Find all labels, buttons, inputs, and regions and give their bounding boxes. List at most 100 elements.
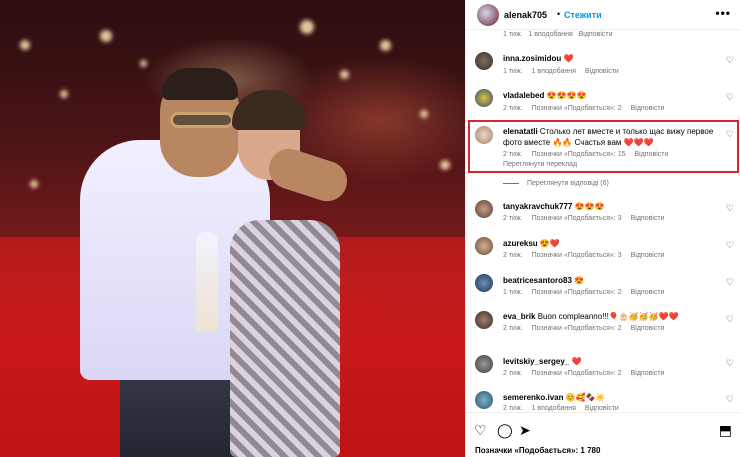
like-heart-icon[interactable]: ♡ bbox=[726, 92, 734, 103]
reply-button[interactable]: Відповісти bbox=[631, 105, 665, 112]
like-heart-icon[interactable]: ♡ bbox=[726, 55, 734, 66]
reply-button[interactable]: Відповісти bbox=[631, 289, 665, 296]
comment-age: 2 тиж. bbox=[503, 151, 523, 158]
comment-likes[interactable]: 1 вподобання bbox=[528, 31, 572, 38]
sunglasses bbox=[170, 112, 234, 128]
commenter-avatar[interactable] bbox=[475, 311, 493, 329]
reply-button[interactable]: Відповісти bbox=[585, 405, 619, 412]
comment-emoji: 🔥🔥 Счастья вам ❤️❤️❤️ bbox=[552, 138, 654, 147]
action-bar: ♡ ◯ ➤ ⬒ Позначки «Подобається»: 1 780 bbox=[466, 412, 740, 457]
reply-button[interactable]: Відповісти bbox=[579, 31, 613, 38]
comment-emoji: 😍😍😍 bbox=[574, 202, 605, 211]
comment-meta: 2 тиж. Позначки «Подобається»: 15 Відповіс… bbox=[503, 151, 677, 158]
commenter-username[interactable]: elenatatli bbox=[503, 127, 538, 136]
commenter-avatar[interactable] bbox=[475, 391, 493, 409]
comment-age: 2 тиж. bbox=[503, 215, 523, 222]
comment-age: 1 тиж. bbox=[503, 68, 523, 75]
follow-button[interactable]: Стежити bbox=[564, 10, 602, 20]
like-heart-icon[interactable]: ♡ bbox=[726, 358, 734, 369]
comment-body: Buon compleanno!!! bbox=[537, 312, 609, 321]
commenter-avatar[interactable] bbox=[475, 355, 493, 373]
champagne-glass bbox=[196, 232, 218, 332]
commenter-username[interactable]: eva_brik bbox=[503, 312, 535, 321]
more-options-icon[interactable]: ••• bbox=[715, 6, 731, 20]
like-heart-icon[interactable]: ♡ bbox=[726, 314, 734, 325]
separator-dot: • bbox=[557, 9, 561, 19]
comment-age: 2 тиж. bbox=[503, 325, 523, 332]
commenter-avatar[interactable] bbox=[475, 126, 493, 144]
like-heart-icon[interactable]: ♡ bbox=[726, 277, 734, 288]
commenter-username[interactable]: levitskiy_sergey_ bbox=[503, 357, 569, 366]
comment-emoji: ❤️ bbox=[563, 54, 574, 63]
post-photo[interactable] bbox=[0, 0, 465, 457]
comment-text: semerenko.ivan 😊🥰🍫☀️ bbox=[503, 392, 721, 403]
comment-meta: 2 тиж. Позначки «Подобається»: 2 Відповіст… bbox=[503, 325, 673, 332]
commenter-username[interactable]: inna.zosimidou bbox=[503, 54, 561, 63]
comment-age: 2 тиж. bbox=[503, 105, 523, 112]
comment-text: tanyakravchuk777 😍😍😍 bbox=[503, 201, 721, 212]
comment-age: 2 тиж. bbox=[503, 370, 523, 377]
reply-button[interactable]: Відповісти bbox=[635, 151, 669, 158]
comment-age: 1 тиж. bbox=[503, 31, 523, 38]
comment-likes[interactable]: Позначки «Подобається»: 2 bbox=[532, 370, 622, 377]
reply-button[interactable]: Відповісти bbox=[631, 215, 665, 222]
commenter-username[interactable]: semerenko.ivan bbox=[503, 393, 563, 402]
comment-meta: 2 тиж. Позначки «Подобається»: 3 Відповіст… bbox=[503, 252, 673, 259]
like-heart-icon[interactable]: ♡ bbox=[726, 394, 734, 405]
commenter-username[interactable]: beatricesantoro83 bbox=[503, 276, 572, 285]
commenter-username[interactable]: azureksu bbox=[503, 239, 538, 248]
reply-button[interactable]: Відповісти bbox=[631, 252, 665, 259]
author-username[interactable]: alenak705 bbox=[504, 10, 547, 20]
comment-text: elenatatli Столько лет вместе и только щ… bbox=[503, 126, 721, 148]
comment-likes[interactable]: Позначки «Подобається»: 2 bbox=[532, 289, 622, 296]
comment-likes[interactable]: 1 вподобання bbox=[532, 68, 576, 75]
comment-emoji: ❤️ bbox=[571, 357, 582, 366]
comments-list[interactable]: 1 тиж. 1 вподобання Відповісти inna.zosi… bbox=[466, 30, 740, 412]
likes-count[interactable]: Позначки «Подобається»: 1 780 bbox=[475, 446, 600, 455]
replies-line bbox=[503, 182, 519, 184]
view-replies-label[interactable]: Переглянути відповіді (6) bbox=[527, 180, 609, 187]
like-heart-icon[interactable]: ♡ bbox=[726, 240, 734, 251]
comment-age: 2 тиж. bbox=[503, 405, 523, 412]
comment-icon[interactable]: ◯ bbox=[497, 422, 513, 439]
comment-age: 1 тиж. bbox=[503, 289, 523, 296]
like-heart-icon[interactable]: ♡ bbox=[726, 203, 734, 214]
commenter-avatar[interactable] bbox=[475, 200, 493, 218]
comment-meta: 1 тиж. 1 вподобання Відповісти bbox=[503, 68, 628, 75]
reply-button[interactable]: Відповісти bbox=[631, 370, 665, 377]
translate-link[interactable]: Переглянути переклад bbox=[503, 161, 577, 168]
prev-comment-meta: 1 тиж. 1 вподобання Відповісти bbox=[503, 31, 613, 38]
save-bookmark-icon[interactable]: ⬒ bbox=[719, 422, 732, 439]
comment-likes[interactable]: 1 вподобання bbox=[532, 405, 576, 412]
commenter-avatar[interactable] bbox=[475, 52, 493, 70]
comment-likes[interactable]: Позначки «Подобається»: 2 bbox=[532, 105, 622, 112]
comments-panel: alenak705 • Стежити ••• 1 тиж. 1 вподоба… bbox=[465, 0, 740, 457]
author-avatar[interactable] bbox=[477, 4, 499, 26]
view-replies[interactable]: Переглянути відповіді (6) bbox=[503, 180, 609, 187]
reply-button[interactable]: Відповісти bbox=[631, 325, 665, 332]
comment-emoji: 😍❤️ bbox=[539, 239, 560, 248]
comment-text: eva_brik Buon compleanno!!!🎈🎂🥳🥳🥳❤️❤️ bbox=[503, 311, 721, 322]
commenter-avatar[interactable] bbox=[475, 237, 493, 255]
comment-text: inna.zosimidou ❤️ bbox=[503, 53, 721, 64]
comment-likes[interactable]: Позначки «Подобається»: 3 bbox=[532, 252, 622, 259]
comment-text: vladalebed 😍😍😍😍 bbox=[503, 90, 721, 101]
like-heart-icon[interactable]: ♡ bbox=[726, 129, 734, 140]
comment-emoji: 😊🥰🍫☀️ bbox=[565, 393, 606, 402]
commenter-username[interactable]: tanyakravchuk777 bbox=[503, 202, 572, 211]
like-icon[interactable]: ♡ bbox=[474, 422, 487, 439]
comment-meta: 2 тиж. Позначки «Подобається»: 3 Відповіст… bbox=[503, 215, 673, 222]
comment-age: 2 тиж. bbox=[503, 252, 523, 259]
commenter-username[interactable]: vladalebed bbox=[503, 91, 544, 100]
comment-text: levitskiy_sergey_ ❤️ bbox=[503, 356, 721, 367]
comment-emoji: 😍 bbox=[574, 276, 585, 285]
comment-likes[interactable]: Позначки «Подобається»: 2 bbox=[532, 325, 622, 332]
comment-likes[interactable]: Позначки «Подобається»: 3 bbox=[532, 215, 622, 222]
share-icon[interactable]: ➤ bbox=[519, 422, 531, 439]
comment-likes[interactable]: Позначки «Подобається»: 15 bbox=[532, 151, 626, 158]
comment-emoji: 😍😍😍😍 bbox=[546, 91, 587, 100]
commenter-avatar[interactable] bbox=[475, 89, 493, 107]
comment-text: beatricesantoro83 😍 bbox=[503, 275, 721, 286]
reply-button[interactable]: Відповісти bbox=[585, 68, 619, 75]
commenter-avatar[interactable] bbox=[475, 274, 493, 292]
